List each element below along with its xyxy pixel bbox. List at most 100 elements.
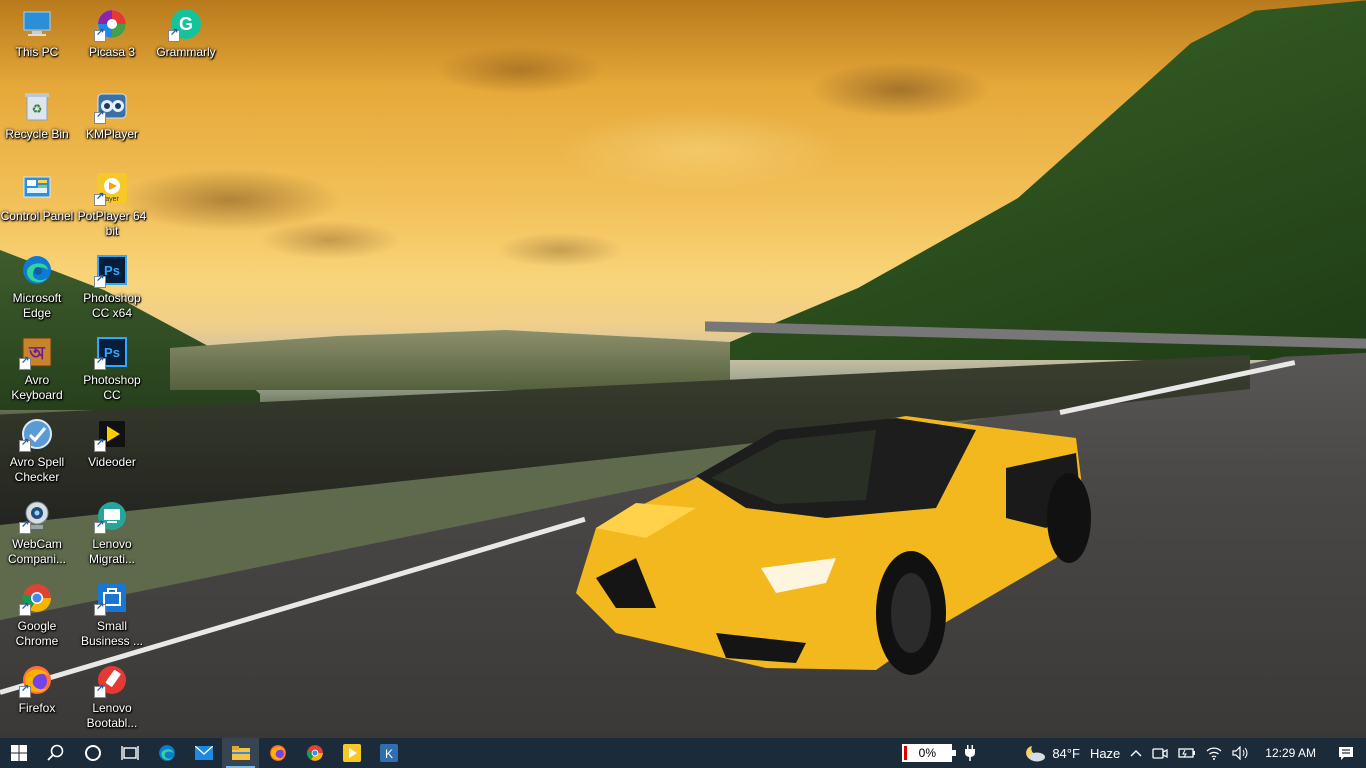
desktop-icon-photoshop-cc[interactable]: Ps Photoshop CC [75, 330, 149, 410]
battery-tray-button[interactable] [1173, 738, 1201, 768]
desktop-icon-label: Picasa 3 [88, 45, 136, 59]
svg-text:K: K [384, 747, 392, 761]
battery-icon: 0% [902, 744, 957, 762]
desktop-icon-label: Firefox [18, 701, 56, 715]
desktop-icon-google-chrome[interactable]: Google Chrome [0, 576, 74, 656]
desktop: This PC Picasa 3 G Grammarly ♻ Recycle B… [0, 0, 1366, 738]
desktop-icon-label: Videoder [88, 455, 136, 469]
desktop-icon-avro-keyboard[interactable]: অ Avro Keyboard [0, 330, 74, 410]
battery-percent-text: 0% [918, 746, 936, 760]
desktop-icon-this-pc[interactable]: This PC [0, 2, 74, 82]
shortcut-arrow-icon [19, 683, 31, 698]
desktop-icon-label: Photoshop CC [83, 373, 141, 402]
taskbar-chrome[interactable] [296, 738, 333, 768]
desktop-icon-label: Microsoft Edge [12, 291, 62, 320]
speaker-icon [1232, 746, 1248, 760]
taskbar-edge[interactable] [148, 738, 185, 768]
desktop-icon-control-panel[interactable]: Control Panel [0, 166, 74, 246]
search-icon [46, 744, 63, 761]
shortcut-arrow-icon [94, 437, 106, 452]
lenovo-bootable-icon [94, 662, 130, 698]
battery-plug-icon [1178, 748, 1196, 758]
lenovo-migration-icon [94, 498, 130, 534]
desktop-icon-label: Lenovo Migrati... [88, 537, 135, 566]
desktop-icon-label: Avro Spell Checker [9, 455, 65, 484]
weather-moon-cloud-icon [1026, 746, 1046, 762]
desktop-icon-microsoft-edge[interactable]: Microsoft Edge [0, 248, 74, 328]
desktop-icon-firefox[interactable]: Firefox [0, 658, 74, 738]
action-center-button[interactable] [1326, 738, 1366, 768]
chrome-icon [19, 580, 55, 616]
desktop-icon-webcam-companion[interactable]: WebCam Compani... [0, 494, 74, 574]
desktop-icon-label: This PC [15, 45, 59, 59]
mail-icon [194, 746, 213, 760]
firefox-icon [19, 662, 55, 698]
desktop-icon-potplayer[interactable]: ayer PotPlayer 64 bit [75, 166, 149, 246]
control-panel-icon [19, 170, 55, 206]
show-hidden-icons-button[interactable] [1125, 738, 1147, 768]
file-explorer-icon [231, 746, 250, 760]
taskbar-media-player[interactable] [333, 738, 370, 768]
desktop-icon-lenovo-migration[interactable]: Lenovo Migrati... [75, 494, 149, 574]
desktop-icon-recycle-bin[interactable]: ♻ Recycle Bin [0, 84, 74, 164]
desktop-icon-label: WebCam Compani... [7, 537, 67, 566]
weather-temperature: 84°F [1052, 745, 1080, 761]
desktop-icon-photoshop-cc-x64[interactable]: Ps Photoshop CC x64 [75, 248, 149, 328]
potplayer-icon: ayer [94, 170, 130, 206]
search-button[interactable] [37, 738, 74, 768]
kmplayer-icon [94, 88, 130, 124]
taskbar-mail[interactable] [185, 738, 222, 768]
svg-text:G: G [179, 14, 193, 34]
small-business-icon [94, 580, 130, 616]
desktop-icon-label: Lenovo Bootabl... [86, 701, 138, 730]
this-pc-icon [19, 6, 55, 42]
desktop-icon-kmplayer[interactable]: KMPlayer [75, 84, 149, 164]
shortcut-arrow-icon [19, 601, 31, 616]
weather-widget[interactable]: 84°F Haze [1019, 738, 1125, 768]
svg-text:ayer: ayer [105, 196, 119, 203]
svg-text:♻: ♻ [32, 102, 43, 116]
shortcut-arrow-icon [19, 437, 31, 452]
grammarly-icon: G [168, 6, 204, 42]
desktop-icon-picasa[interactable]: Picasa 3 [75, 2, 149, 82]
taskbar-firefox[interactable] [259, 738, 296, 768]
photoshop-icon: Ps [94, 252, 130, 288]
shortcut-arrow-icon [94, 191, 106, 206]
taskbar-file-explorer[interactable] [222, 738, 259, 768]
desktop-icon-grammarly[interactable]: G Grammarly [149, 2, 223, 82]
volume-button[interactable] [1227, 738, 1255, 768]
shortcut-arrow-icon [94, 27, 106, 42]
desktop-icon-lenovo-bootable[interactable]: Lenovo Bootabl... [75, 658, 149, 738]
desktop-icon-label: PotPlayer 64 bit [77, 209, 147, 238]
desktop-icon-label: Avro Keyboard [11, 373, 63, 402]
wifi-icon [1206, 747, 1222, 760]
shortcut-arrow-icon [94, 519, 106, 534]
avro-spell-checker-icon [19, 416, 55, 452]
task-view-button[interactable] [111, 738, 148, 768]
weather-condition: Haze [1089, 745, 1121, 761]
network-button[interactable] [1201, 738, 1227, 768]
desktop-icon-small-business[interactable]: Small Business ... [75, 576, 149, 656]
start-button[interactable] [0, 738, 37, 768]
media-player-icon [342, 744, 361, 762]
chevron-up-icon [1130, 750, 1142, 757]
meet-now-button[interactable] [1147, 738, 1173, 768]
desktop-icon-label: Small Business ... [80, 619, 144, 648]
taskbar-kmplayer[interactable]: K [370, 738, 407, 768]
desktop-icon-videoder[interactable]: Videoder [75, 412, 149, 492]
battery-indicator[interactable]: 0% [897, 738, 957, 768]
edge-icon [19, 252, 55, 288]
desktop-icon-avro-spell-checker[interactable]: Avro Spell Checker [0, 412, 74, 492]
cortana-button[interactable] [74, 738, 111, 768]
recycle-bin-icon: ♻ [19, 88, 55, 124]
power-plug-indicator[interactable] [957, 738, 983, 768]
videoder-icon [94, 416, 130, 452]
photoshop-icon: Ps [94, 334, 130, 370]
clock-time: 12:29 AM [1265, 746, 1316, 760]
notifications-icon [1339, 746, 1353, 760]
shortcut-arrow-icon [94, 601, 106, 616]
shortcut-arrow-icon [19, 519, 31, 534]
clock[interactable]: 12:29 AM [1255, 738, 1326, 768]
svg-text:Ps: Ps [104, 345, 120, 360]
webcam-icon [19, 498, 55, 534]
